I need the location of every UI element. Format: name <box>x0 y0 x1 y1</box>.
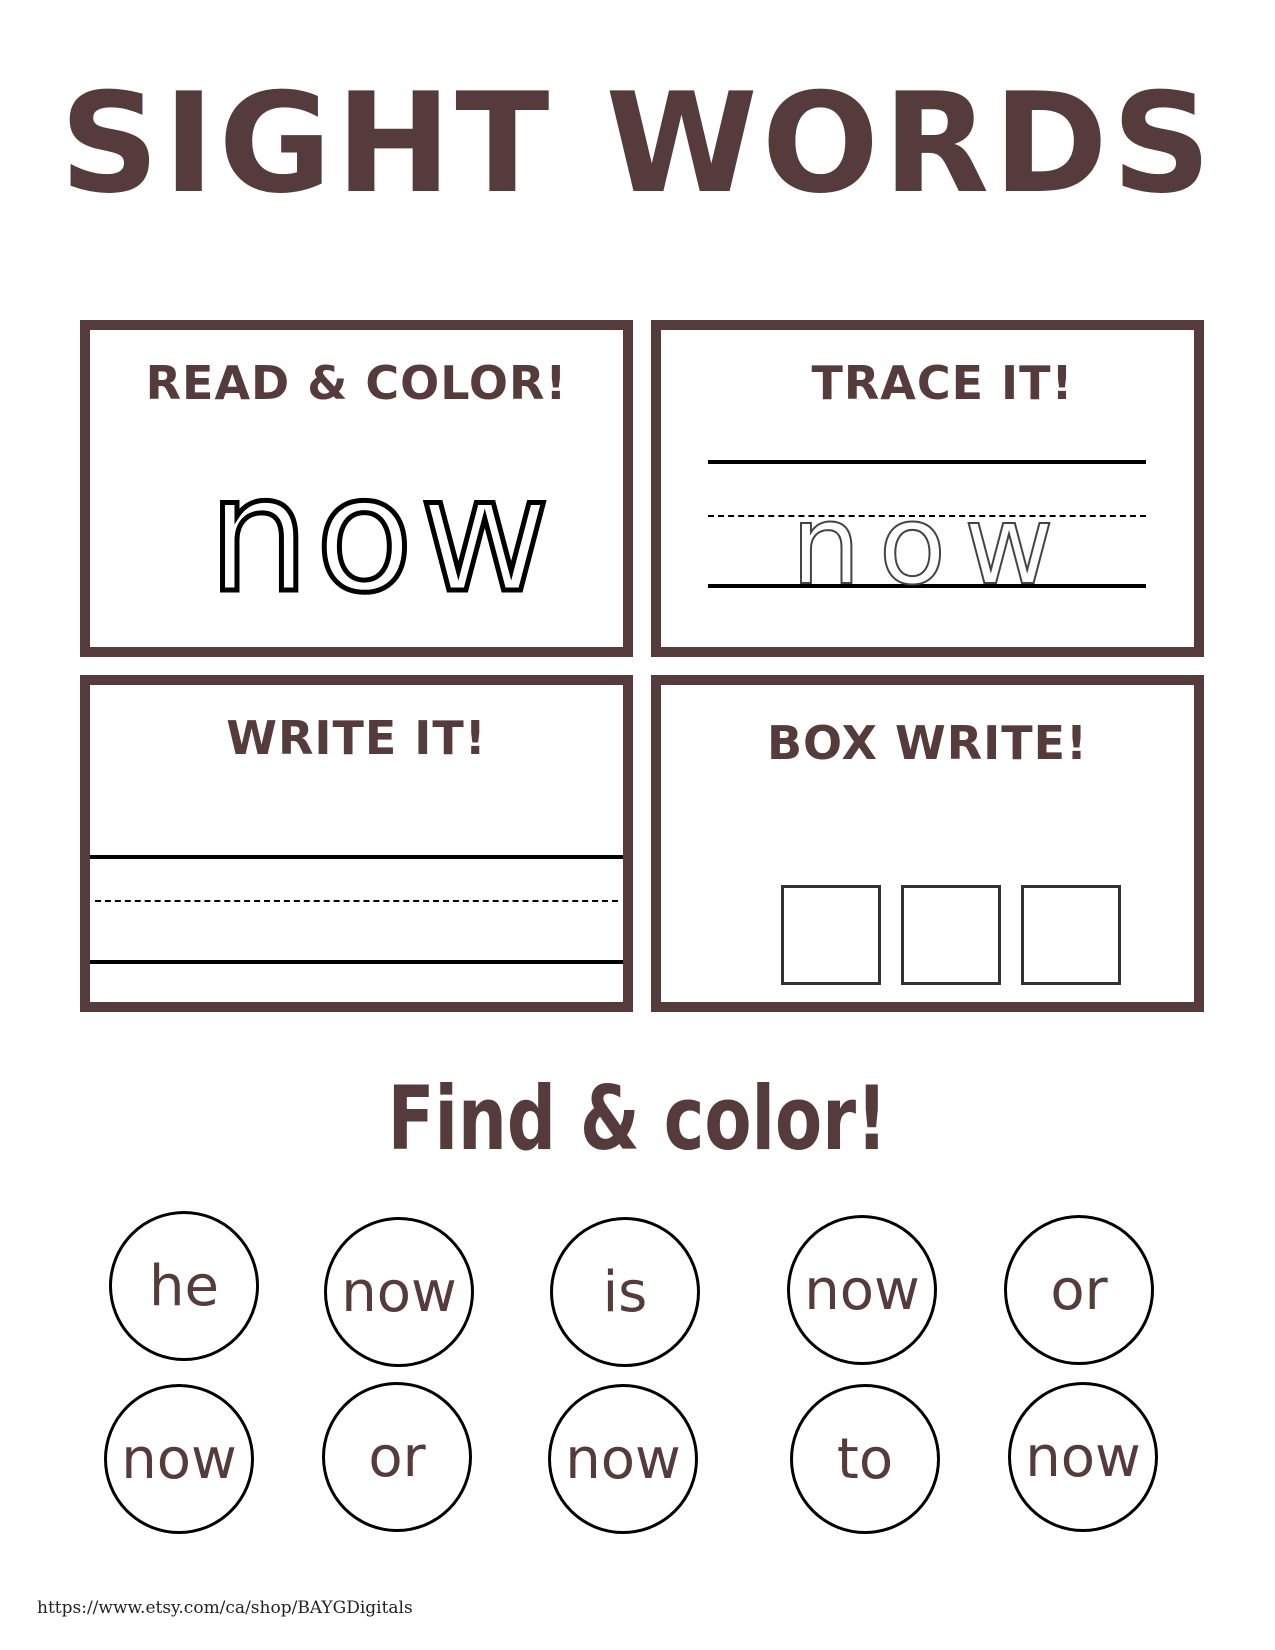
word-circle[interactable]: now <box>1008 1382 1158 1532</box>
word-circle[interactable]: now <box>324 1217 474 1367</box>
trace-word: now <box>790 481 1072 609</box>
trace-title: TRACE IT! <box>811 356 1074 410</box>
word-circle[interactable]: he <box>109 1211 259 1361</box>
word-circle[interactable]: or <box>322 1382 472 1532</box>
word-circle[interactable]: now <box>787 1215 937 1365</box>
outline-word: now <box>205 441 557 628</box>
trace-panel: TRACE IT! now <box>651 320 1204 657</box>
letter-box[interactable] <box>1021 885 1121 985</box>
letter-box[interactable] <box>781 885 881 985</box>
write-base-line <box>90 960 623 964</box>
word-circle-label: now <box>1025 1424 1141 1490</box>
word-circle[interactable]: to <box>790 1384 940 1534</box>
letter-box[interactable] <box>901 885 1001 985</box>
page-title: SIGHT WORDS <box>59 63 1216 224</box>
word-circle-label: he <box>149 1253 219 1319</box>
write-panel: WRITE IT! <box>80 675 633 1012</box>
word-circle-label: now <box>565 1426 681 1492</box>
word-circle-label: now <box>804 1257 920 1323</box>
read-color-title: READ & COLOR! <box>145 356 568 410</box>
word-circle-label: now <box>121 1426 237 1492</box>
word-circle[interactable]: or <box>1004 1215 1154 1365</box>
word-circle-label: now <box>341 1259 457 1325</box>
write-top-line <box>90 855 623 859</box>
write-title: WRITE IT! <box>226 711 487 765</box>
word-circle[interactable]: is <box>550 1217 700 1367</box>
read-color-panel: READ & COLOR! now <box>80 320 633 657</box>
word-circle[interactable]: now <box>104 1384 254 1534</box>
box-write-panel: BOX WRITE! <box>651 675 1204 1012</box>
word-circle-label: is <box>602 1259 648 1325</box>
word-circle[interactable]: now <box>548 1384 698 1534</box>
word-circle-label: or <box>1050 1257 1108 1323</box>
trace-top-line <box>708 460 1146 464</box>
word-circle-label: or <box>368 1424 426 1490</box>
box-write-title: BOX WRITE! <box>766 716 1089 770</box>
word-circle-label: to <box>836 1426 894 1492</box>
footer-url[interactable]: https://www.etsy.com/ca/shop/BAYGDigital… <box>37 1598 413 1618</box>
find-color-title: Find & color! <box>387 1067 888 1170</box>
write-mid-dashed-line <box>95 900 618 902</box>
